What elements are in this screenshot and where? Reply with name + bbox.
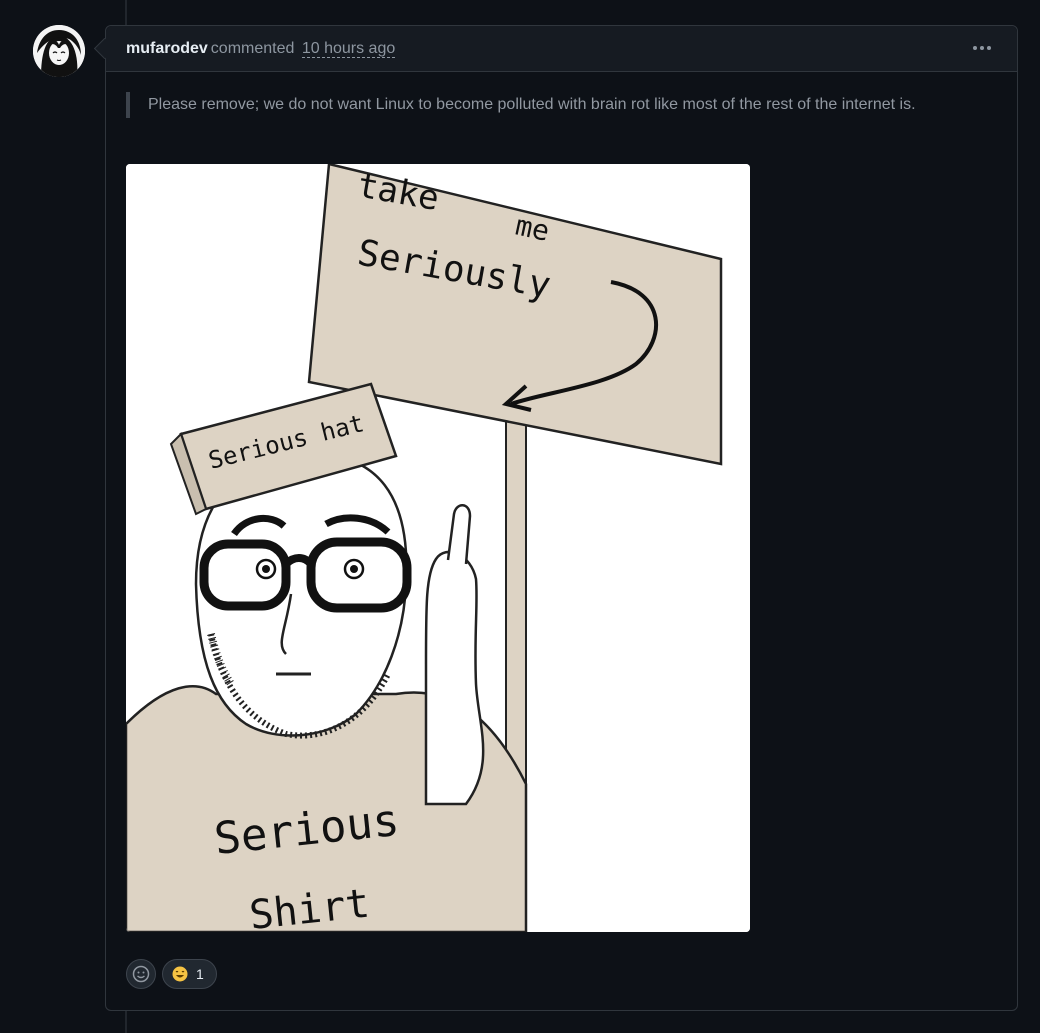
laugh-reaction-button[interactable]: 1: [162, 959, 217, 989]
avatar-image: [33, 25, 85, 77]
comment-timestamp[interactable]: 10 hours ago: [301, 40, 396, 58]
page: mufarodev commented 10 hours ago Please r…: [0, 0, 1040, 1033]
sign-text-me: me: [513, 209, 553, 248]
author-link[interactable]: mufarodev: [126, 40, 208, 57]
comment-header: mufarodev commented 10 hours ago: [106, 26, 1017, 72]
more-options-icon[interactable]: [965, 36, 999, 60]
comment-image[interactable]: take me Seriously Serious Shirt Serious …: [126, 164, 750, 932]
author-avatar[interactable]: [33, 25, 85, 77]
comment-blockquote: Please remove; we do not want Linux to b…: [126, 92, 1008, 118]
reaction-count: 1: [196, 966, 204, 982]
comment-action: commented: [210, 40, 295, 57]
comment-header-text: mufarodev commented 10 hours ago: [126, 40, 396, 58]
meme-drawing: take me Seriously Serious Shirt Serious …: [126, 164, 750, 932]
reactions-bar: 1: [126, 959, 217, 989]
add-reaction-button[interactable]: [126, 959, 156, 989]
comment-body-text: Please remove; we do not want Linux to b…: [148, 96, 916, 113]
smiley-icon: [132, 965, 150, 983]
comment-card: mufarodev commented 10 hours ago Please r…: [105, 25, 1018, 1011]
laugh-emoji-icon: [172, 966, 188, 982]
